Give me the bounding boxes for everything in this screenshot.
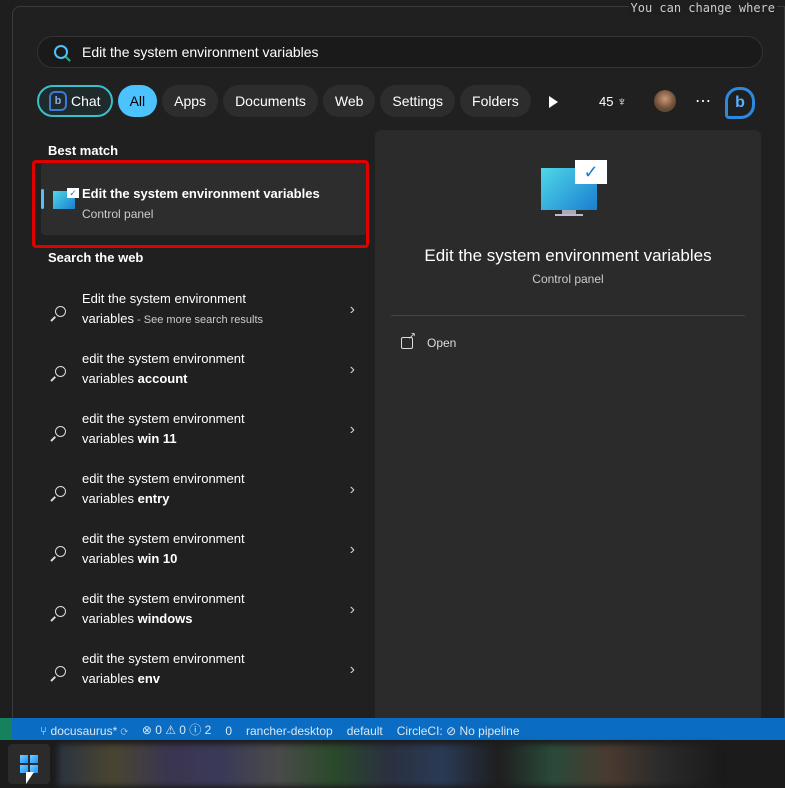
chevron-right-icon: ›	[349, 301, 355, 318]
divider	[391, 315, 745, 316]
filter-documents[interactable]: Documents	[223, 85, 318, 117]
k8s-context[interactable]: rancher-desktop	[246, 724, 333, 738]
ports-indicator[interactable]: 0	[225, 724, 232, 738]
search-icon	[55, 486, 66, 497]
chevron-right-icon: ›	[349, 661, 355, 678]
web-result[interactable]: Edit the system environment variables - S…	[41, 289, 367, 345]
search-icon	[55, 426, 66, 437]
chevron-right-icon: ›	[349, 601, 355, 618]
search-icon	[55, 666, 66, 677]
filter-chat[interactable]: b Chat	[37, 85, 113, 117]
taskbar-apps-blurred	[58, 744, 718, 786]
problems-indicator[interactable]: ⊗ 0 ⚠ 0 ⓘ 2	[142, 721, 212, 738]
filter-bar: b Chat All Apps Documents Web Settings Fo…	[37, 85, 531, 117]
avatar[interactable]	[654, 90, 676, 112]
search-icon	[55, 606, 66, 617]
branch-indicator[interactable]: ⑂ docusaurus* ⟳	[40, 724, 128, 738]
filter-web[interactable]: Web	[322, 85, 376, 117]
more-filters-play-icon[interactable]	[549, 96, 558, 108]
web-result[interactable]: edit the system environment variables env…	[41, 649, 367, 705]
rewards-points[interactable]: 45 ♆	[599, 85, 627, 117]
preview-pane: ✓ Edit the system environment variables …	[375, 130, 761, 727]
best-match-heading: Best match	[48, 143, 119, 158]
search-icon	[55, 546, 66, 557]
web-result[interactable]: edit the system environment variables win…	[41, 589, 367, 645]
open-external-icon	[401, 331, 416, 349]
web-result[interactable]: edit the system environment variables win…	[41, 529, 367, 585]
search-icon	[54, 45, 68, 59]
filter-all[interactable]: All	[117, 85, 158, 117]
web-result[interactable]: edit the system environment variables acc…	[41, 349, 367, 405]
chevron-right-icon: ›	[349, 421, 355, 438]
search-icon	[55, 366, 66, 377]
more-options-icon[interactable]: ⋯	[695, 85, 711, 117]
trophy-icon: ♆	[617, 93, 627, 109]
web-result[interactable]: edit the system environment variables ent…	[41, 469, 367, 525]
chevron-right-icon: ›	[349, 361, 355, 378]
search-input[interactable]	[82, 44, 682, 60]
control-panel-icon: ✓	[541, 160, 607, 210]
taskbar	[0, 740, 785, 788]
filter-settings[interactable]: Settings	[380, 85, 456, 117]
chevron-right-icon: ›	[349, 481, 355, 498]
preview-title: Edit the system environment variables	[424, 246, 712, 265]
search-icon	[55, 306, 66, 317]
vscode-statusbar: ⑂ docusaurus* ⟳ ⊗ 0 ⚠ 0 ⓘ 2 0 rancher-de…	[0, 718, 785, 740]
highlight-box	[32, 160, 369, 248]
k8s-namespace[interactable]: default	[347, 724, 383, 738]
mouse-cursor-icon	[26, 772, 34, 784]
circleci-status[interactable]: CircleCI: ⊘ No pipeline	[397, 724, 520, 738]
web-result[interactable]: edit the system environment variables win…	[41, 409, 367, 465]
filter-folders[interactable]: Folders	[460, 85, 531, 117]
windows-logo-icon	[20, 755, 38, 773]
open-action[interactable]: Open	[401, 331, 456, 350]
search-web-heading: Search the web	[48, 250, 144, 265]
preview-subtitle: Control panel	[532, 272, 604, 286]
bing-chat-icon: b	[49, 91, 67, 111]
chevron-right-icon: ›	[349, 541, 355, 558]
filter-apps[interactable]: Apps	[162, 85, 219, 117]
bing-icon[interactable]: b	[725, 87, 755, 119]
search-box[interactable]	[37, 36, 763, 68]
